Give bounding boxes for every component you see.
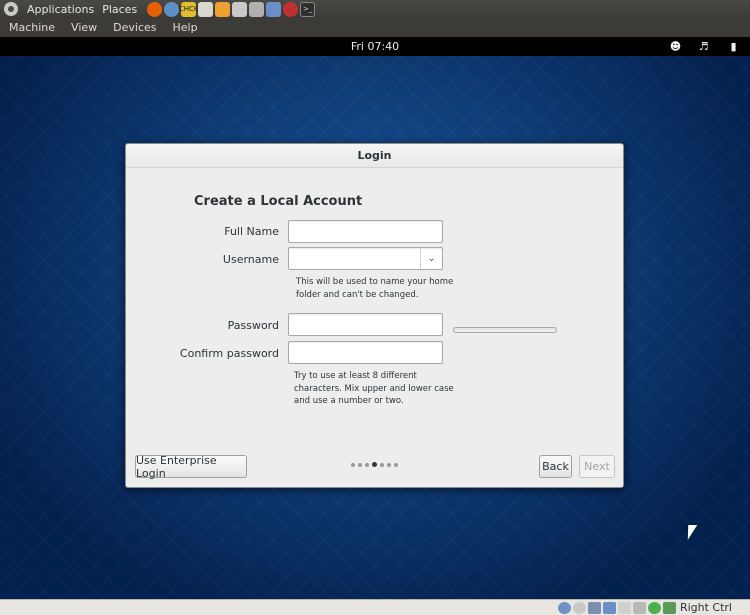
games-icon[interactable] xyxy=(232,1,248,17)
full-name-field[interactable] xyxy=(288,220,443,243)
page-dot xyxy=(394,462,398,467)
terminal-icon[interactable]: >_ xyxy=(300,1,316,17)
firefox-icon[interactable] xyxy=(147,1,163,17)
folder-icon[interactable] xyxy=(215,1,231,17)
guest-top-bar: Fri 07:40 ☻ ♬ ▮ xyxy=(0,37,750,56)
battery-icon[interactable]: ▮ xyxy=(727,40,740,53)
confirm-password-field[interactable] xyxy=(288,341,443,364)
page-dot xyxy=(387,462,391,467)
host-key-label: Right Ctrl xyxy=(679,601,732,614)
password-hint-line: characters. Mix upper and lower case xyxy=(294,383,454,394)
network-icon[interactable] xyxy=(632,601,646,614)
password-strength-bar xyxy=(453,327,557,333)
username-label: Username xyxy=(222,253,279,266)
password-hint: Try to use at least 8 different characte… xyxy=(294,370,454,408)
shared-folders-icon[interactable] xyxy=(602,601,616,614)
vm-status-bar: Right Ctrl xyxy=(0,599,750,615)
menu-machine[interactable]: Machine xyxy=(0,21,62,34)
app-icon[interactable] xyxy=(283,1,299,17)
dialog-title: Login xyxy=(357,149,392,162)
menu-view[interactable]: View xyxy=(62,21,104,34)
page-dot-current xyxy=(372,462,377,467)
text-editor-icon[interactable] xyxy=(198,1,214,17)
page-dot xyxy=(351,462,355,467)
password-label: Password xyxy=(227,319,279,332)
launcher-icons: CHCK >_ xyxy=(145,1,316,17)
ubuntu-logo-icon[interactable] xyxy=(4,2,18,16)
display-icon[interactable] xyxy=(617,601,631,614)
password-field[interactable] xyxy=(288,313,443,336)
menu-help[interactable]: Help xyxy=(164,21,205,34)
confirm-password-label: Confirm password xyxy=(179,347,279,360)
optical-drive-icon[interactable] xyxy=(572,601,586,614)
back-button[interactable]: Back xyxy=(539,455,572,478)
enterprise-login-button[interactable]: Use Enterprise Login xyxy=(135,454,247,480)
screenshot-icon[interactable] xyxy=(249,1,265,17)
usb-icon[interactable] xyxy=(587,601,601,614)
menu-devices[interactable]: Devices xyxy=(104,21,163,34)
page-dot xyxy=(365,462,369,467)
page-indicator xyxy=(351,462,398,467)
username-hint: This will be used to name your home fold… xyxy=(296,276,453,301)
accessibility-icon[interactable]: ☻ xyxy=(669,40,682,53)
volume-icon[interactable]: ♬ xyxy=(697,40,710,53)
mouse-pointer-icon xyxy=(687,525,698,540)
chevron-down-icon[interactable]: ⌄ xyxy=(420,248,442,269)
username-combo[interactable]: ⌄ xyxy=(288,247,443,270)
mouse-integration-icon[interactable] xyxy=(647,601,661,614)
password-hint-line: Try to use at least 8 different xyxy=(294,371,417,381)
next-button[interactable]: Next xyxy=(579,455,615,478)
section-heading: Create a Local Account xyxy=(194,194,363,209)
places-menu[interactable]: Places xyxy=(98,3,141,16)
host-key-icon[interactable] xyxy=(662,601,676,614)
hard-disk-icon[interactable] xyxy=(557,601,571,614)
checkgmail-icon[interactable]: CHCK xyxy=(179,1,199,17)
applications-menu[interactable]: Applications xyxy=(23,3,98,16)
clock[interactable]: Fri 07:40 xyxy=(0,40,750,53)
full-name-label: Full Name xyxy=(224,225,279,238)
page-dot xyxy=(380,462,384,467)
login-dialog: Login Create a Local Account Full Name U… xyxy=(125,143,624,488)
password-hint-line: and use a number or two. xyxy=(294,396,404,406)
vm-menubar: Machine View Devices Help xyxy=(0,18,750,37)
page-dot xyxy=(358,462,362,467)
guest-screen: Fri 07:40 ☻ ♬ ▮ Login Create a Local Acc… xyxy=(0,37,750,599)
username-hint-line: folder and can't be changed. xyxy=(296,289,419,300)
thunderbird-icon[interactable] xyxy=(164,1,180,17)
username-hint-line: This will be used to name your home xyxy=(296,277,454,287)
virtualbox-icon[interactable] xyxy=(266,1,282,17)
host-top-panel: Applications Places CHCK >_ xyxy=(0,0,750,18)
